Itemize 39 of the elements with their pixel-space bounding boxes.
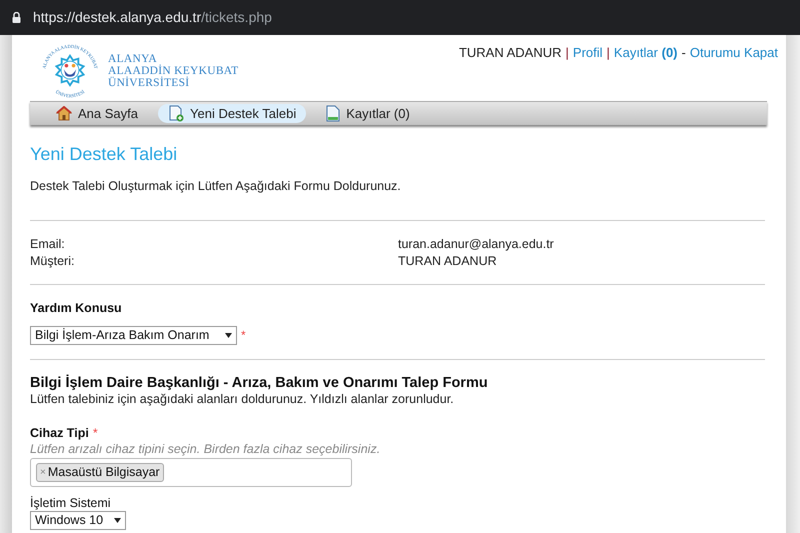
dropdown-caret-icon [225, 332, 232, 338]
separator: | [606, 44, 610, 62]
page-title: Yeni Destek Talebi [30, 143, 178, 165]
field-hint: Lütfen arızalı cihaz tipini seçin. Birden fazla cihaz seçebilirsiniz. [30, 442, 382, 458]
info-value: TURAN ADANUR [398, 252, 497, 270]
url-host[interactable]: https://destek.alanya.edu.tr [33, 7, 202, 28]
profile-link[interactable]: Profil [572, 43, 603, 101]
document-icon [326, 105, 340, 122]
nav-tab[interactable]: Kayıtlar (0) [316, 104, 420, 123]
lock-icon [12, 12, 21, 23]
os-select[interactable]: Windows 10 [30, 511, 126, 530]
info-label: Email: [30, 236, 66, 253]
device-type-field[interactable]: × Masaüstü Bilgisayar [30, 458, 352, 488]
university-name: ALAADDİN KEYKUBAT [108, 65, 238, 77]
document-plus-icon [168, 105, 184, 122]
info-label: Müşteri: [30, 252, 76, 270]
intro-text: Destek Talebi Oluşturmak için Lütfen Aşağıdaki Formu Doldurunuz. [30, 178, 402, 195]
tag-label: Masaüstü Bilgisayar [48, 464, 160, 482]
url-path[interactable]: /tickets.php [201, 7, 272, 28]
user-name: TURAN ADANUR [458, 44, 562, 62]
form-note: Lütfen talebiniz için aşağıdaki alanları doldurunuz. Yıldızlı alanlar zorunludur. [30, 392, 455, 406]
nav-tab[interactable]: Yeni Destek Talebi [158, 104, 306, 123]
house-icon [56, 106, 72, 121]
separator: | [566, 44, 569, 62]
university-name: ALANYA [108, 53, 157, 65]
field-label: Cihaz Tipi [30, 424, 89, 442]
nav-tab[interactable]: Ana Sayfa [46, 104, 148, 123]
required-mark: * [241, 326, 246, 344]
logout-link[interactable]: Oturumu Kapat [690, 43, 778, 101]
field-label: Yardım Konusu [30, 300, 123, 317]
form-heading: Bilgi İşlem Daire Başkanlığı - Arıza, Bakım ve Onarımı Talep Formu [30, 374, 489, 392]
university-name: ÜNİVERSİTESİ [108, 77, 190, 89]
records-link[interactable]: Kayıtlar (0) [614, 43, 678, 101]
field-label: İşletim Sistemi [30, 496, 112, 512]
separator: - [682, 44, 686, 62]
dropdown-caret-icon [114, 518, 121, 524]
info-value: turan.adanur@alanya.edu.tr [398, 236, 554, 253]
help-topic-select[interactable]: Bilgi İşlem-Arıza Bakım Onarım [30, 326, 237, 344]
required-mark: * [92, 424, 98, 442]
